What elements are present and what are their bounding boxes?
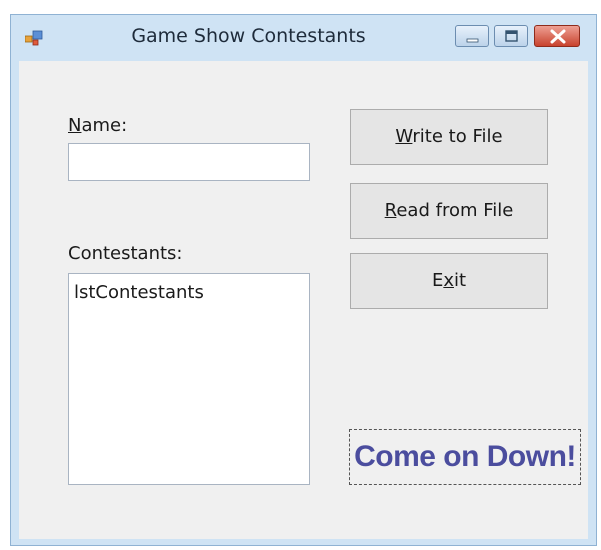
list-item[interactable]: lstContestants — [74, 282, 204, 303]
form-client-area: Name: Contestants: lstContestants Write … — [19, 61, 588, 539]
exit-label-prefix: E — [431, 270, 444, 291]
exit-access-key: x — [443, 270, 454, 291]
exit-button[interactable]: Exit — [350, 253, 548, 309]
minimize-button[interactable] — [455, 25, 489, 47]
read-button-label: ead from File — [396, 200, 514, 221]
close-button[interactable] — [534, 25, 580, 47]
contestants-label: Contestants: — [68, 243, 183, 264]
name-input[interactable] — [68, 143, 310, 181]
name-label-access-key: N — [68, 115, 82, 136]
read-access-key: R — [384, 200, 397, 221]
write-access-key: W — [395, 126, 413, 147]
contestants-listbox[interactable]: lstContestants — [68, 273, 310, 485]
close-icon — [550, 29, 566, 44]
name-label-text: ame: — [81, 115, 128, 136]
read-from-file-button[interactable]: Read from File — [350, 183, 548, 239]
main-window: Game Show Contestants Name: Contestants:… — [10, 14, 597, 546]
maximize-icon — [505, 30, 518, 42]
write-to-file-button[interactable]: Write to File — [350, 109, 548, 165]
name-label: Name: — [68, 115, 127, 136]
title-bar[interactable]: Game Show Contestants — [11, 15, 596, 61]
minimize-icon — [466, 38, 479, 43]
promo-label: Come on Down! — [349, 429, 581, 485]
maximize-button[interactable] — [494, 25, 528, 47]
write-button-label: rite to File — [412, 126, 503, 147]
exit-label-suffix: it — [453, 270, 467, 291]
